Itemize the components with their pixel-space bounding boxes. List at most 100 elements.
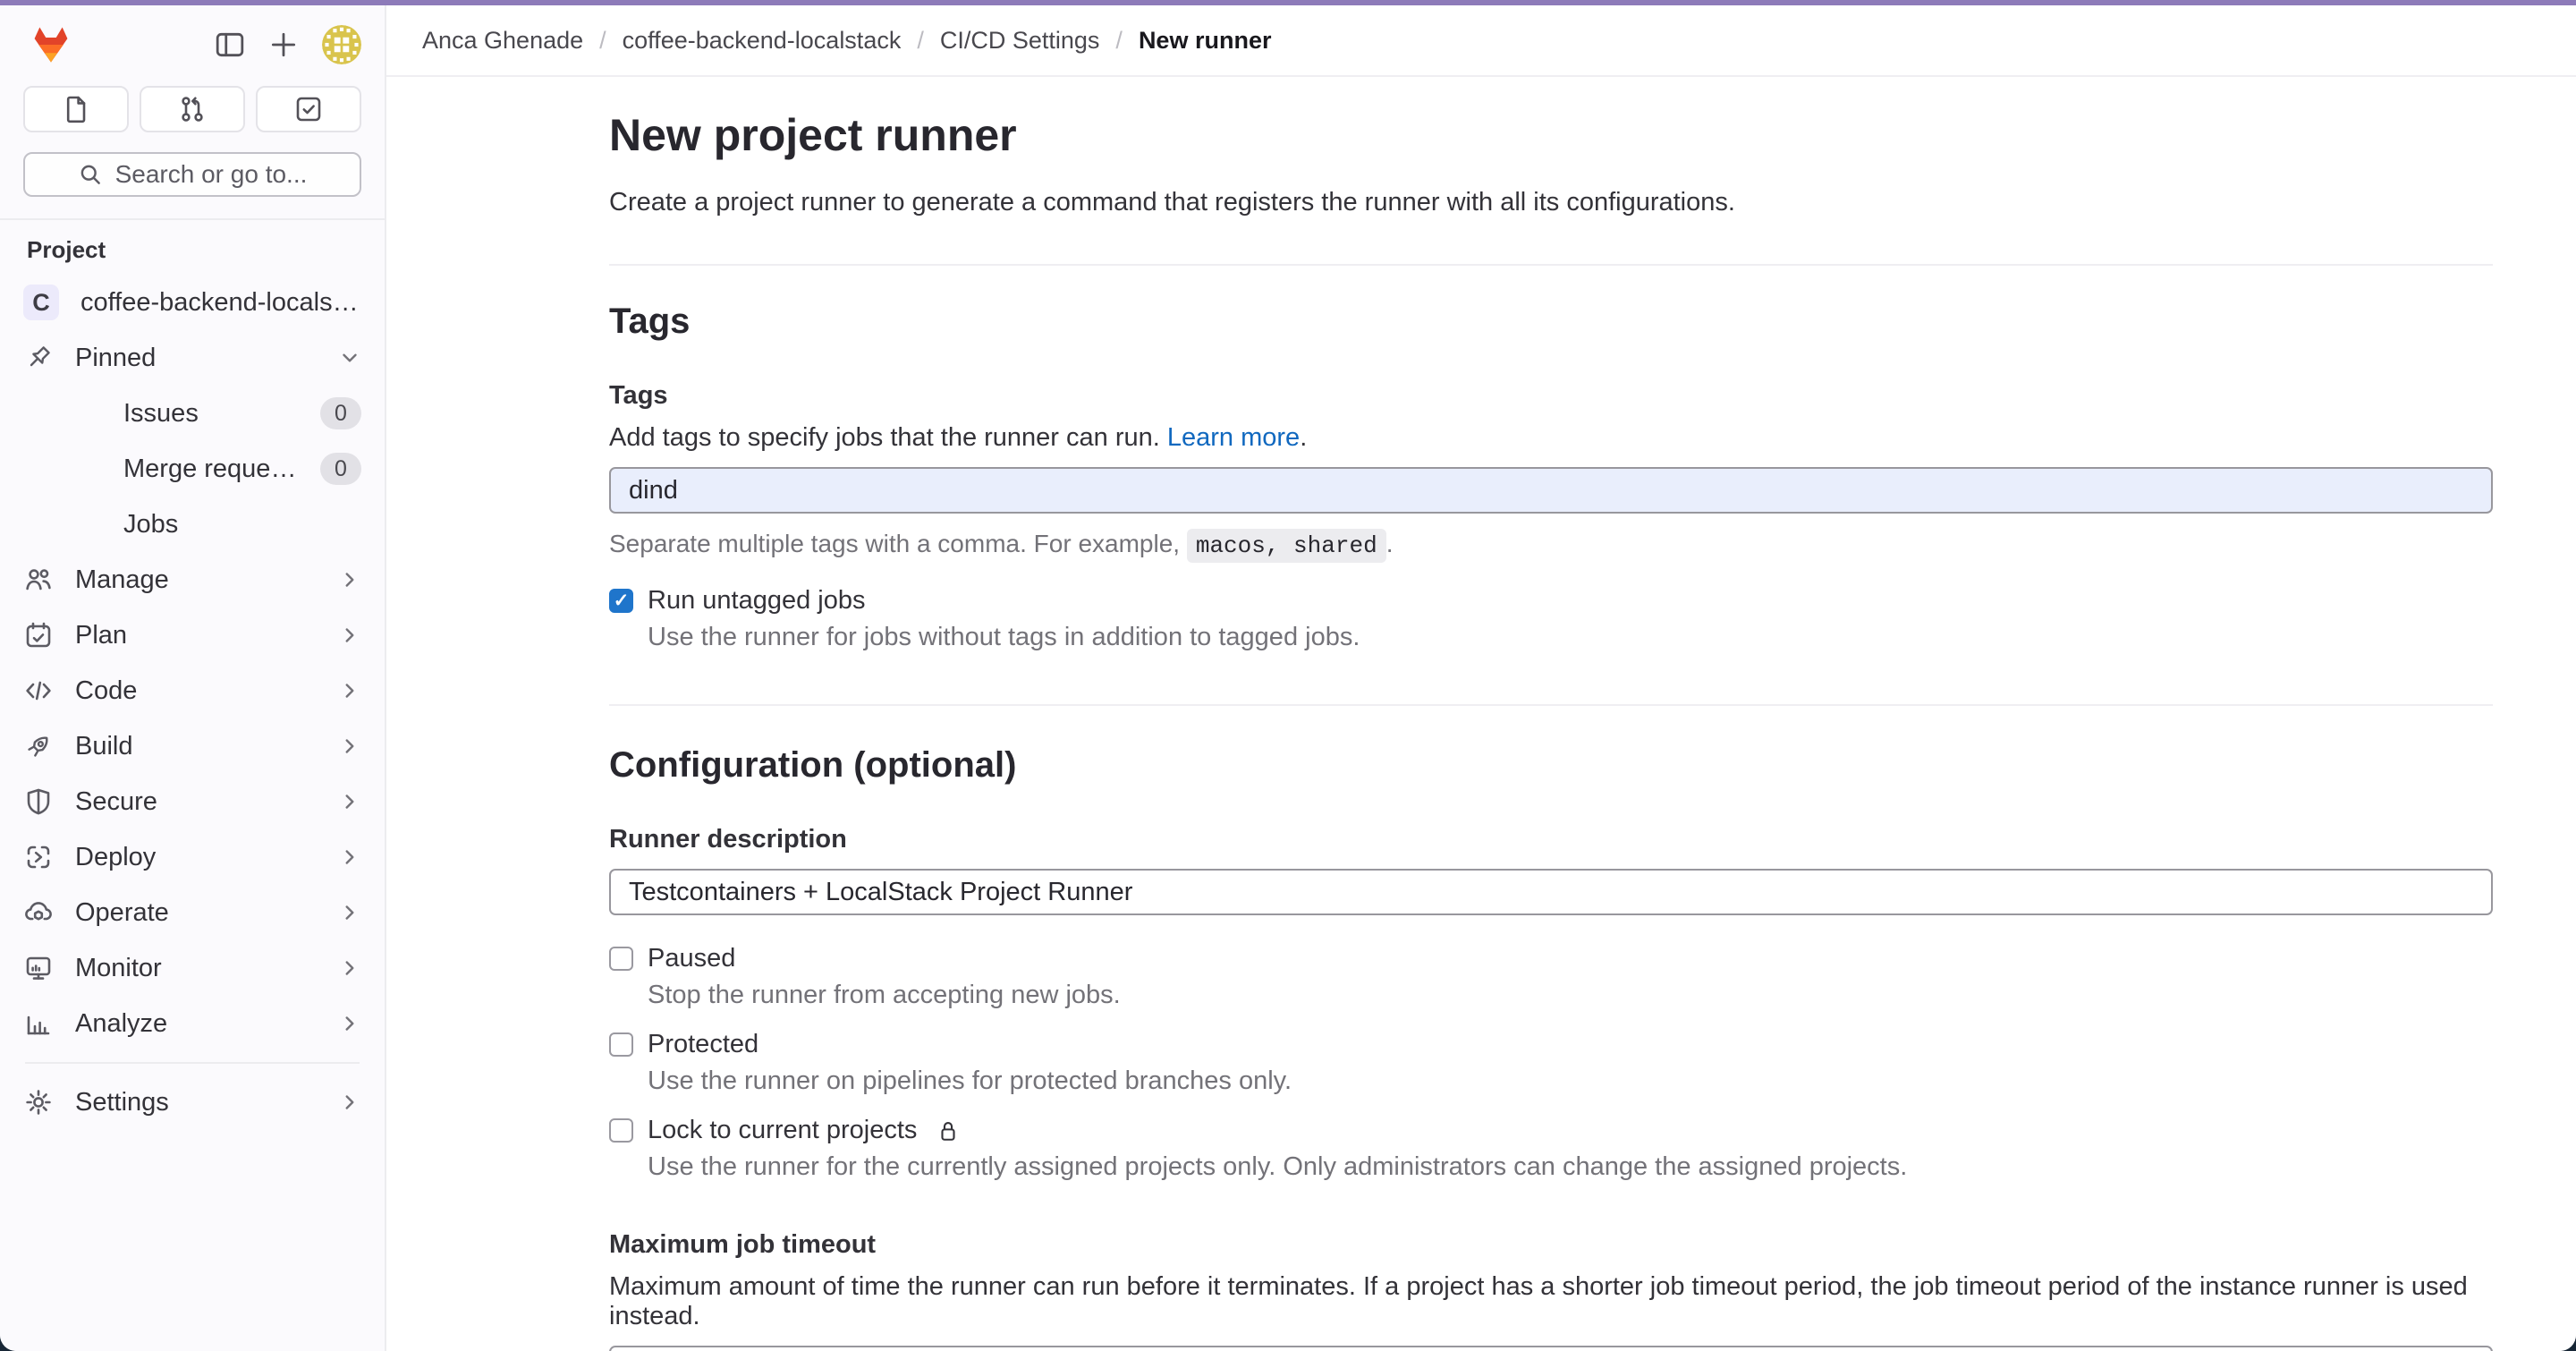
todo-check-icon [294, 95, 323, 123]
sidebar-item-operate[interactable]: Operate [0, 885, 385, 940]
lock-to-projects-help: Use the runner for the currently assigne… [648, 1152, 2493, 1182]
rocket-icon [23, 732, 54, 760]
merge-requests-shortcut-button[interactable] [140, 86, 245, 132]
protected-row: Protected [609, 1030, 2493, 1059]
lock-to-projects-label[interactable]: Lock to current projects [648, 1116, 917, 1145]
chevron-right-icon [338, 624, 361, 647]
sidebar-item-settings[interactable]: Settings [0, 1075, 385, 1130]
sidebar-item-analyze[interactable]: Analyze [0, 996, 385, 1051]
sidebar-section-label: Project [0, 236, 385, 264]
pinned-label: Pinned [75, 344, 317, 373]
tags-input[interactable] [609, 467, 2493, 514]
search-input[interactable]: Search or go to... [23, 152, 361, 197]
issues-icon [62, 95, 90, 123]
runner-description-label: Runner description [609, 825, 2493, 854]
user-avatar[interactable] [322, 25, 361, 64]
paused-checkbox[interactable] [609, 947, 633, 971]
sidebar-item-deploy[interactable]: Deploy [0, 829, 385, 885]
sidebar-divider [25, 1062, 360, 1064]
page-subtitle: Create a project runner to generate a co… [609, 188, 2493, 217]
run-untagged-label[interactable]: Run untagged jobs [648, 586, 865, 616]
sidebar: Search or go to... Project C coffee-back… [0, 5, 386, 1351]
sidebar-toggle-icon [215, 30, 245, 60]
chevron-right-icon [338, 956, 361, 980]
sidebar-item-project[interactable]: C coffee-backend-localstack [0, 275, 385, 330]
lock-icon [936, 1119, 960, 1143]
chevron-right-icon [338, 1012, 361, 1035]
learn-more-link[interactable]: Learn more [1167, 423, 1300, 452]
tags-hint: Separate multiple tags with a comma. For… [609, 530, 2493, 559]
run-untagged-checkbox[interactable] [609, 589, 633, 613]
run-untagged-row: Run untagged jobs [609, 586, 2493, 616]
chart-icon [23, 1009, 54, 1038]
sidebar-item-manage[interactable]: Manage [0, 552, 385, 608]
issues-shortcut-button[interactable] [23, 86, 129, 132]
gitlab-app: Search or go to... Project C coffee-back… [0, 0, 2576, 1351]
gear-icon [23, 1088, 54, 1117]
todo-list-button[interactable] [256, 86, 361, 132]
breadcrumb-link-project[interactable]: coffee-backend-localstack [623, 27, 902, 55]
merge-request-icon [178, 95, 207, 123]
breadcrumb-link-cicd-settings[interactable]: CI/CD Settings [940, 27, 1100, 55]
run-untagged-help: Use the runner for jobs without tags in … [648, 623, 2493, 652]
deploy-icon [23, 843, 54, 871]
pin-icon [23, 344, 54, 371]
tags-section-heading: Tags [609, 302, 2493, 342]
sidebar-item-secure[interactable]: Secure [0, 774, 385, 829]
page-title: New project runner [609, 109, 2493, 161]
timeout-input[interactable] [609, 1346, 2493, 1351]
monitor-icon [23, 954, 54, 982]
calendar-check-icon [23, 621, 54, 650]
paused-row: Paused [609, 944, 2493, 973]
cloud-pod-icon [23, 898, 54, 927]
search-placeholder: Search or go to... [115, 160, 308, 189]
lock-to-projects-checkbox[interactable] [609, 1118, 633, 1143]
chevron-right-icon [338, 901, 361, 924]
paused-help: Stop the runner from accepting new jobs. [648, 981, 2493, 1010]
issues-count-badge: 0 [320, 397, 361, 429]
gitlab-logo[interactable] [30, 25, 72, 64]
users-icon [23, 565, 54, 594]
code-icon [23, 676, 54, 705]
configuration-section-heading: Configuration (optional) [609, 745, 2493, 786]
sidebar-item-build[interactable]: Build [0, 718, 385, 774]
protected-checkbox[interactable] [609, 1032, 633, 1057]
chevron-right-icon [338, 1091, 361, 1114]
breadcrumb-link-user[interactable]: Anca Ghenade [422, 27, 583, 55]
chevron-right-icon [338, 735, 361, 758]
lock-to-projects-row: Lock to current projects [609, 1116, 2493, 1145]
protected-label[interactable]: Protected [648, 1030, 758, 1059]
tags-field-label: Tags [609, 381, 2493, 411]
sidebar-item-code[interactable]: Code [0, 663, 385, 718]
merge-requests-count-badge: 0 [320, 453, 361, 485]
paused-label[interactable]: Paused [648, 944, 735, 973]
timeout-description: Maximum amount of time the runner can ru… [609, 1272, 2493, 1331]
shield-icon [23, 787, 54, 816]
chevron-down-icon [338, 346, 361, 370]
sidebar-item-merge-requests[interactable]: Merge requests 0 [0, 441, 385, 497]
create-new-button[interactable] [268, 30, 299, 60]
breadcrumb: Anca Ghenade / coffee-backend-localstack… [386, 5, 2576, 77]
sidebar-toggle-button[interactable] [215, 30, 245, 60]
sidebar-item-jobs[interactable]: Jobs [0, 497, 385, 552]
sidebar-item-issues[interactable]: Issues 0 [0, 386, 385, 441]
chevron-right-icon [338, 679, 361, 702]
chevron-right-icon [338, 790, 361, 813]
project-avatar: C [23, 285, 59, 320]
sidebar-item-pinned[interactable]: Pinned [0, 330, 385, 386]
protected-help: Use the runner on pipelines for protecte… [648, 1066, 2493, 1096]
section-divider [609, 704, 2493, 706]
chevron-right-icon [338, 845, 361, 869]
chevron-right-icon [338, 568, 361, 591]
tags-field-description: Add tags to specify jobs that the runner… [609, 423, 2493, 453]
sidebar-item-plan[interactable]: Plan [0, 608, 385, 663]
sidebar-item-monitor[interactable]: Monitor [0, 940, 385, 996]
search-icon [78, 162, 103, 187]
section-divider [609, 264, 2493, 266]
runner-description-input[interactable] [609, 869, 2493, 915]
project-name: coffee-backend-localstack [80, 288, 361, 318]
breadcrumb-current: New runner [1139, 27, 1272, 55]
plus-icon [268, 30, 299, 60]
timeout-label: Maximum job timeout [609, 1230, 2493, 1260]
tags-example-code: macos, shared [1187, 529, 1386, 563]
